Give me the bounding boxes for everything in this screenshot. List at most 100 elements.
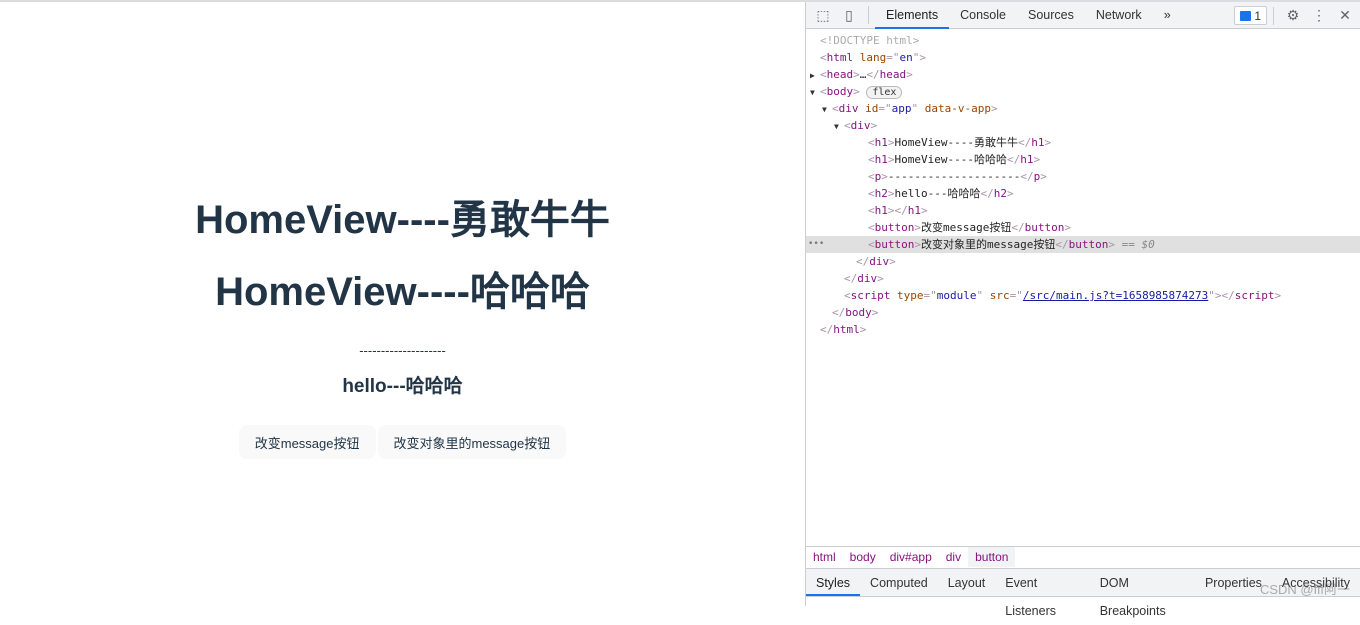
node-token: </ — [1055, 238, 1069, 251]
dom-node-row[interactable]: </html> — [806, 321, 1360, 338]
dom-node-row[interactable]: ▼ <div id="app" data-v-app> — [806, 100, 1360, 117]
dom-node-row[interactable]: <h1>HomeView----哈哈哈</h1> — [806, 151, 1360, 168]
hello-heading: hello---哈哈哈 — [342, 376, 463, 397]
change-message-button[interactable]: 改变message按钮 — [238, 425, 376, 459]
dom-node-row[interactable]: <h2>hello---哈哈哈</h2> — [806, 185, 1360, 202]
node-token: body — [826, 85, 854, 98]
expand-triangle-icon[interactable]: ▶ — [810, 67, 820, 84]
node-token: h1 — [874, 153, 888, 166]
node-token: > — [1044, 136, 1052, 149]
close-icon[interactable]: ✕ — [1332, 7, 1358, 24]
node-token: > — [914, 238, 921, 251]
node-token: > — [1274, 289, 1282, 302]
subtab-styles[interactable]: Styles — [806, 569, 861, 596]
node-token: data-v-app — [924, 102, 991, 115]
node-token: > — [921, 204, 928, 217]
node-token: > — [889, 255, 896, 268]
node-token: > — [887, 153, 895, 166]
tab-sources[interactable]: Sources — [1017, 2, 1085, 29]
dom-node-row[interactable]: ▶ <head>…</head> — [806, 66, 1360, 83]
node-token: > — [1064, 221, 1071, 234]
dom-node-row[interactable]: <html lang="en"> — [806, 49, 1360, 66]
breadcrumb-item[interactable]: html — [806, 547, 843, 567]
subtab-layout[interactable]: Layout — [938, 569, 996, 596]
dom-node-row[interactable]: </div> — [806, 253, 1360, 270]
device-toolbar-icon[interactable]: ▯ — [836, 7, 862, 24]
node-token: > — [1040, 170, 1047, 183]
dom-node-row[interactable]: <h1>HomeView----勇敢牛牛</h1> — [806, 134, 1360, 151]
dom-node-row[interactable]: ••• <button>改变对象里的message按钮</button> == $… — [806, 236, 1360, 253]
breadcrumb-item[interactable]: body — [843, 547, 883, 567]
dom-node-row[interactable]: <button>改变message按钮</button> — [806, 219, 1360, 236]
node-token: h1 — [874, 204, 888, 217]
node-token: h1 — [907, 204, 921, 217]
dom-node-row[interactable]: </div> — [806, 270, 1360, 287]
node-token: =" — [878, 102, 892, 115]
node-token: < — [844, 289, 851, 302]
node-token: div — [869, 255, 890, 268]
node-token: "></ — [1208, 289, 1235, 302]
node-token: > — [871, 306, 879, 319]
heading-1: HomeView----勇敢牛牛 — [195, 198, 610, 242]
node-actions-icon[interactable]: ••• — [808, 236, 824, 253]
inspect-element-icon[interactable]: ⬚ — [810, 7, 836, 24]
node-token: script — [1234, 289, 1275, 302]
node-token: < — [820, 68, 827, 81]
node-token: type — [896, 289, 924, 302]
change-object-message-button[interactable]: 改变对象里的message按钮 — [377, 425, 567, 459]
node-token: html — [833, 323, 860, 336]
breadcrumb-item[interactable]: div#app — [883, 547, 939, 567]
breadcrumb-item[interactable]: div — [939, 547, 968, 567]
dom-node-row[interactable]: <h1></h1> — [806, 202, 1360, 219]
expand-triangle-icon[interactable]: ▼ — [834, 118, 844, 135]
tab-network[interactable]: Network — [1085, 2, 1153, 29]
tab-elements[interactable]: Elements — [875, 2, 950, 29]
dom-node-row[interactable]: </body> — [806, 304, 1360, 321]
node-token: </ — [866, 68, 880, 81]
node-token: < — [868, 221, 875, 234]
subtab-computed[interactable]: Computed — [860, 569, 938, 596]
node-token: button — [1068, 238, 1109, 251]
expand-triangle-icon[interactable]: ▼ — [822, 101, 832, 118]
dom-node-row[interactable]: <script type="module" src="/src/main.js?… — [806, 287, 1360, 304]
node-token: en — [899, 51, 913, 64]
more-tabs-icon[interactable]: » — [1153, 2, 1182, 29]
node-token: <!DOCTYPE html> — [820, 34, 920, 47]
node-token: src — [989, 289, 1010, 302]
dom-node-row[interactable]: ▼ <div> — [806, 117, 1360, 134]
node-token: hello---哈哈哈 — [894, 187, 981, 200]
gear-icon[interactable]: ⚙ — [1280, 7, 1306, 24]
node-token: button — [1024, 221, 1065, 234]
node-token: > — [1006, 187, 1014, 200]
node-token: < — [820, 51, 827, 64]
more-options-icon[interactable]: ⋮ — [1306, 7, 1332, 24]
expand-triangle-icon[interactable]: ▼ — [810, 84, 820, 101]
node-token: HomeView----哈哈哈 — [894, 153, 1007, 166]
node-token: > — [914, 221, 921, 234]
tab-console[interactable]: Console — [949, 2, 1017, 29]
separator-paragraph: -------------------- — [359, 343, 446, 358]
node-token: < — [868, 187, 875, 200]
dom-tree: <!DOCTYPE html> <html lang="en"> ▶ <head>…<… — [806, 32, 1360, 338]
subtab-dom-breakpoints[interactable]: DOM Breakpoints — [1090, 569, 1195, 618]
node-token: 改变对象里的message按钮 — [921, 238, 1056, 251]
node-token: =" — [923, 289, 937, 302]
node-token: div — [850, 119, 871, 132]
node-token[interactable]: /src/main.js?t=1658985874273 — [1023, 289, 1208, 302]
node-token: =" — [886, 51, 900, 64]
dom-node-row[interactable]: ▼ <body> flex — [806, 83, 1360, 100]
breadcrumb-item[interactable]: button — [968, 547, 1016, 567]
dom-node-row[interactable]: <p>--------------------</p> — [806, 168, 1360, 185]
flex-badge[interactable]: flex — [866, 86, 903, 99]
issues-button[interactable]: 1 — [1234, 6, 1267, 25]
dom-node-row[interactable]: <!DOCTYPE html> — [806, 32, 1360, 49]
node-token: lang — [859, 51, 887, 64]
message-icon — [1240, 10, 1252, 21]
page-viewport: HomeView----勇敢牛牛 HomeView----哈哈哈 -------… — [0, 2, 805, 606]
node-token: -------------------- — [887, 170, 1021, 183]
node-token: > — [870, 119, 878, 132]
node-token: > — [877, 272, 884, 285]
node-token: h2 — [993, 187, 1007, 200]
node-token: h1 — [874, 136, 888, 149]
subtab-event-listeners[interactable]: Event Listeners — [995, 569, 1089, 618]
